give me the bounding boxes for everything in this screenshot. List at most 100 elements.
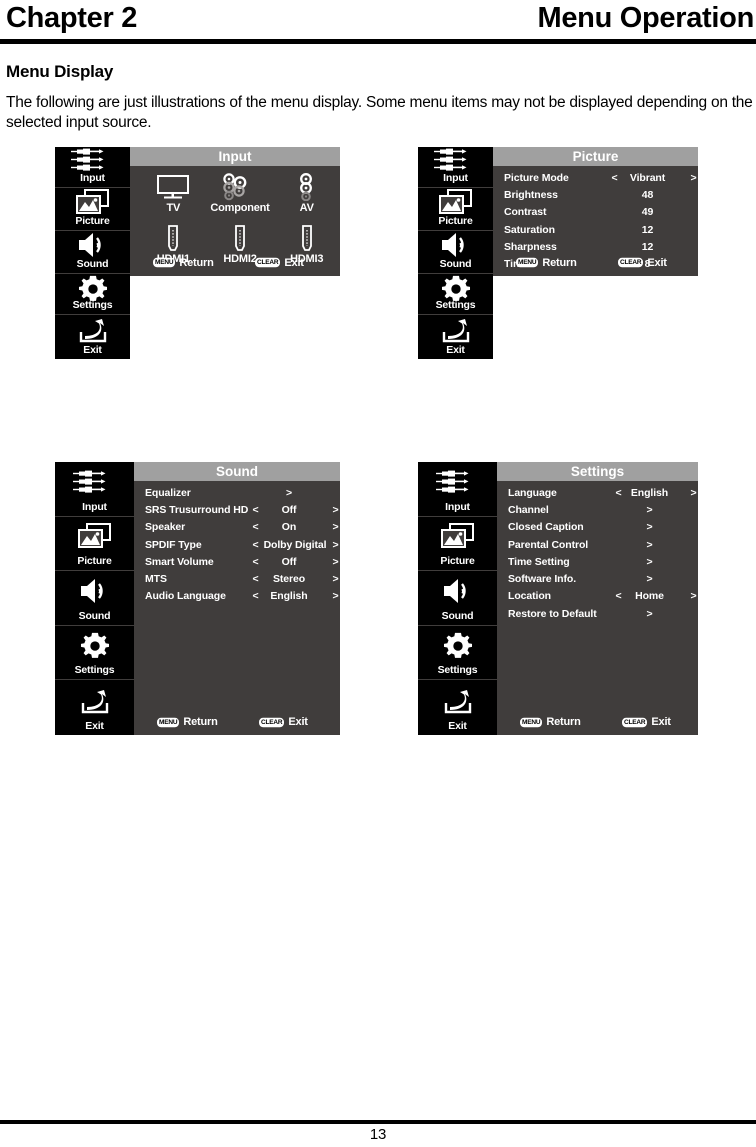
menu-row[interactable]: Time Setting > xyxy=(497,553,698,570)
exit-hint: CLEAR Exit xyxy=(255,257,304,269)
speaker-icon xyxy=(55,571,134,611)
sidebar-item-sound[interactable]: Sound xyxy=(418,571,497,626)
menu-row-value: English xyxy=(630,486,669,499)
menu-row[interactable]: Contrast 49 xyxy=(493,204,698,221)
panel-title: Sound xyxy=(134,462,340,481)
header-divider xyxy=(0,39,756,44)
sidebar-item-exit[interactable]: Exit xyxy=(418,315,493,359)
menu-row[interactable]: Software Info. > xyxy=(497,570,698,587)
return-hint-label: Return xyxy=(542,256,577,269)
menu-row[interactable]: Location < Home > xyxy=(497,588,698,605)
sidebar-item-input[interactable]: Input xyxy=(55,147,130,188)
menu-row-label: Closed Caption xyxy=(508,521,584,534)
return-hint: MENU Return xyxy=(520,716,581,728)
menu-row[interactable]: Brightness 48 xyxy=(493,186,698,203)
osd-body: TV Component AV HDMI2 HDMI3 PC USB MENU … xyxy=(130,166,340,316)
menu-row[interactable]: Channel > xyxy=(497,501,698,518)
input-source-pc[interactable]: PC xyxy=(140,274,207,325)
increment-arrow[interactable]: > xyxy=(331,590,340,602)
input-source-tv[interactable]: TV xyxy=(140,172,207,223)
osd-main-input: Input TV Component AV HDMI2 HDMI3 PC USB… xyxy=(130,147,340,316)
increment-arrow[interactable]: > xyxy=(331,504,340,516)
menu-row[interactable]: Saturation 12 xyxy=(493,221,698,238)
menu-row-control: 49 xyxy=(607,204,698,221)
input-source-av[interactable]: AV xyxy=(273,172,340,223)
sidebar-item-label: Settings xyxy=(72,299,113,311)
sidebar-item-sound[interactable]: Sound xyxy=(55,231,130,274)
menu-row[interactable]: Picture Mode < Vibrant > xyxy=(493,169,698,186)
osd-panel-sound: Input Picture Sound Settings Exit Sound … xyxy=(55,462,340,735)
osd-footer: MENU Return CLEAR Exit xyxy=(134,716,340,729)
return-hint-label: Return xyxy=(183,716,218,728)
menu-row-label: Parental Control xyxy=(508,538,589,551)
increment-arrow[interactable]: > xyxy=(689,172,698,184)
increment-arrow[interactable]: > xyxy=(331,521,340,533)
increment-arrow[interactable]: > xyxy=(689,310,698,322)
menu-row-label: Geometry xyxy=(504,327,553,340)
av-jacks-icon xyxy=(418,147,493,173)
menu-row-label: Speaker xyxy=(145,521,186,534)
sidebar-item-exit[interactable]: Exit xyxy=(55,315,130,359)
clear-keycap: CLEAR xyxy=(259,717,285,727)
menu-row-label: Time Setting xyxy=(508,555,570,568)
sidebar-item-input[interactable]: Input xyxy=(418,147,493,188)
increment-arrow[interactable]: > xyxy=(331,573,340,585)
menu-row-label: Saturation xyxy=(504,223,555,236)
menu-row[interactable]: Audio Language < English > xyxy=(134,588,340,605)
sidebar-item-input[interactable]: Input xyxy=(418,462,497,517)
osd-body: Language < English > Channel > Closed Captio… xyxy=(497,481,698,735)
menu-row[interactable]: Advanced > xyxy=(493,342,698,359)
menu-row[interactable]: Parental Control > xyxy=(497,536,698,553)
menu-row[interactable]: MTS < Stereo > xyxy=(134,570,340,587)
menu-row[interactable]: Sharpness 12 xyxy=(493,238,698,255)
menu-row[interactable]: Closed Caption > xyxy=(497,519,698,536)
menu-row-label: Software Info. xyxy=(508,573,577,586)
component-jacks-icon xyxy=(220,172,260,202)
sidebar-item-settings[interactable]: Settings xyxy=(418,625,497,681)
menu-row-value: > xyxy=(646,555,653,568)
sidebar-item-picture[interactable]: Picture xyxy=(55,188,130,231)
menu-row-value: 12 xyxy=(641,240,654,253)
menu-row-value: Home xyxy=(635,590,664,603)
sidebar-item-settings[interactable]: Settings xyxy=(55,274,130,315)
menu-row[interactable]: Speaker < On > xyxy=(134,519,340,536)
sidebar-item-settings[interactable]: Settings xyxy=(418,274,493,315)
input-source-usb[interactable]: USB xyxy=(207,274,274,325)
menu-row-control: > xyxy=(607,342,698,359)
sidebar-item-picture[interactable]: Picture xyxy=(418,516,497,572)
sidebar-item-exit[interactable]: Exit xyxy=(418,680,497,735)
menu-keycap: MENU xyxy=(153,257,176,268)
input-grid-row: TV Component AV xyxy=(130,172,340,223)
menu-row[interactable]: SRS Trusurround HD < Off > xyxy=(134,501,340,518)
menu-row[interactable]: SPDIF Type < Dolby Digital > xyxy=(134,536,340,553)
increment-arrow[interactable]: > xyxy=(331,539,340,551)
menu-row[interactable]: Color Mode < Cool > xyxy=(493,273,698,290)
sidebar-item-picture[interactable]: Picture xyxy=(55,516,134,572)
menu-row[interactable]: Restore to Default > xyxy=(497,605,698,622)
sidebar-item-picture[interactable]: Picture xyxy=(418,188,493,231)
sidebar-item-settings[interactable]: Settings xyxy=(55,625,134,681)
menu-row[interactable]: Smart Volume < Off > xyxy=(134,553,340,570)
clear-keycap: CLEAR xyxy=(622,717,648,727)
osd-panel-settings: Input Picture Sound Settings Exit Settin… xyxy=(418,462,698,735)
menu-row[interactable]: Dynamic Backlight < Off > xyxy=(493,307,698,324)
sidebar-item-label: Input xyxy=(82,500,107,513)
sidebar-item-sound[interactable]: Sound xyxy=(418,231,493,274)
increment-arrow[interactable]: > xyxy=(689,590,698,602)
menu-row[interactable]: Equalizer > xyxy=(134,484,340,501)
menu-keycap: MENU xyxy=(520,717,543,727)
increment-arrow[interactable]: > xyxy=(331,556,340,568)
input-source-component[interactable]: Component xyxy=(207,172,274,223)
input-source-grid: TV Component AV HDMI2 HDMI3 PC USB xyxy=(130,172,340,325)
sidebar-item-sound[interactable]: Sound xyxy=(55,571,134,626)
osd-sidebar: Input Picture Sound Settings Exit xyxy=(55,147,130,359)
sidebar-item-input[interactable]: Input xyxy=(55,462,134,517)
menu-row-value: > xyxy=(644,344,651,357)
increment-arrow[interactable]: > xyxy=(689,487,698,499)
menu-row[interactable]: Language < English > xyxy=(497,484,698,501)
sidebar-item-exit[interactable]: Exit xyxy=(55,680,134,735)
menu-row[interactable]: Back Light 64 xyxy=(493,290,698,307)
menu-row[interactable]: Geometry > xyxy=(493,325,698,342)
increment-arrow[interactable]: > xyxy=(689,275,698,287)
menu-row-value: Stereo xyxy=(272,573,306,586)
